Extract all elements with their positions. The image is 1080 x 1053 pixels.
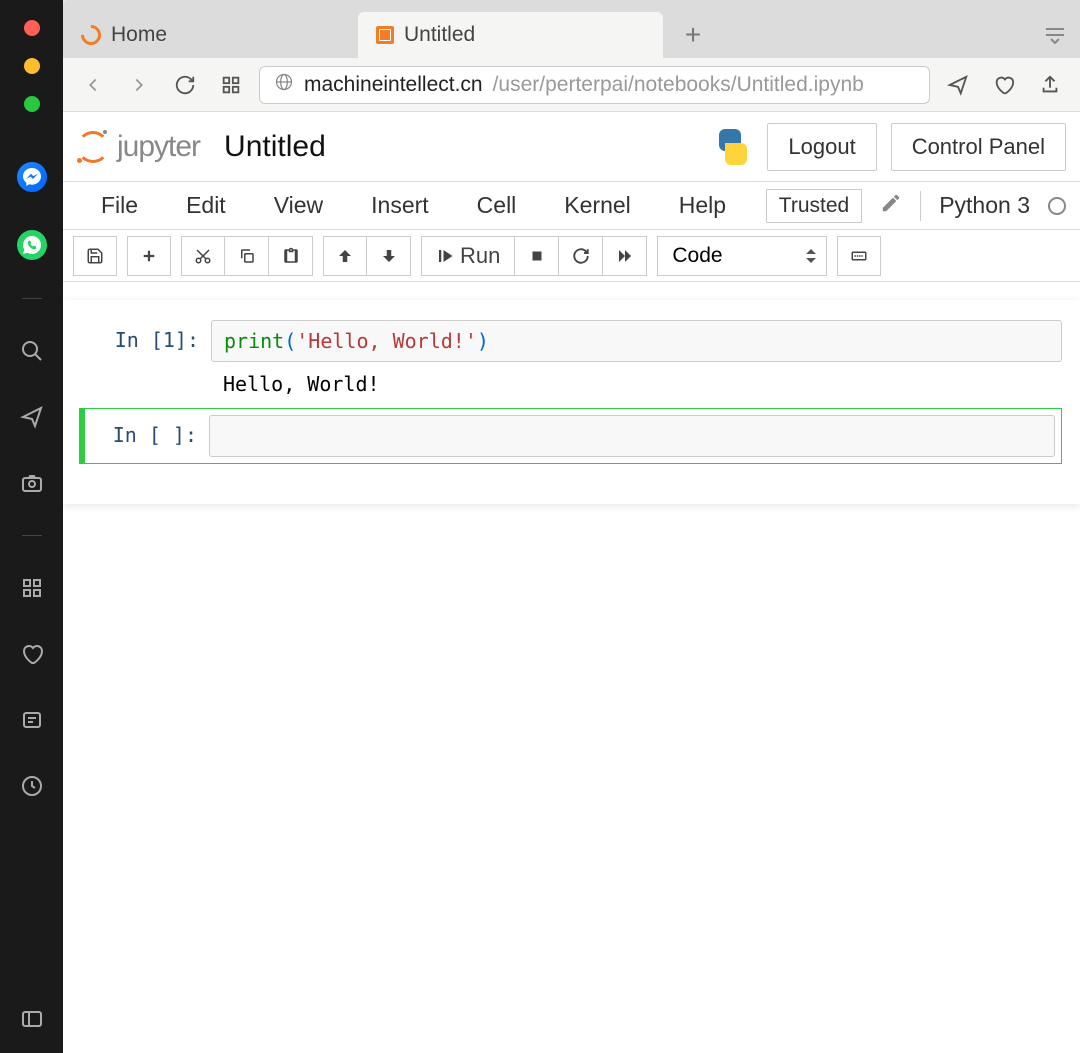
control-panel-button[interactable]: Control Panel (891, 123, 1066, 171)
cut-button[interactable] (181, 236, 225, 276)
logout-button[interactable]: Logout (767, 123, 876, 171)
menu-view[interactable]: View (250, 184, 347, 227)
back-button[interactable] (75, 67, 111, 103)
restart-button[interactable] (559, 236, 603, 276)
forward-button[interactable] (121, 67, 157, 103)
jupyter-logo[interactable]: jupyter (77, 130, 200, 164)
trusted-indicator[interactable]: Trusted (766, 189, 862, 223)
messenger-icon[interactable] (17, 162, 47, 192)
export-button[interactable] (1032, 67, 1068, 103)
cell-type-select[interactable]: Code (657, 236, 827, 276)
menu-kernel[interactable]: Kernel (540, 184, 654, 227)
url-path: /user/perterpai/notebooks/Untitled.ipynb (493, 73, 864, 97)
cell-2-prompt: In [ ]: (85, 415, 209, 457)
window-controls (24, 20, 40, 112)
history-icon[interactable] (18, 772, 46, 800)
os-sidebar (0, 0, 63, 1053)
tabs-menu-button[interactable] (1030, 12, 1080, 58)
menu-help[interactable]: Help (655, 184, 750, 227)
tab-home[interactable]: Home (63, 12, 358, 58)
maximize-window-button[interactable] (24, 96, 40, 112)
reload-button[interactable] (167, 67, 203, 103)
new-tab-button[interactable]: + (663, 12, 723, 58)
cell-type-value: Code (672, 244, 722, 268)
kernel-status-icon (1048, 197, 1066, 215)
jupyter-logo-text: jupyter (117, 130, 200, 164)
menu-cell[interactable]: Cell (453, 184, 541, 227)
search-icon[interactable] (18, 337, 46, 365)
whatsapp-icon[interactable] (17, 230, 47, 260)
menu-bar: File Edit View Insert Cell Kernel Help T… (63, 182, 1080, 230)
toolbar: Run Code (63, 230, 1080, 282)
apps-button[interactable] (213, 67, 249, 103)
jupyter-logo-icon (77, 131, 109, 163)
notebook-title[interactable]: Untitled (224, 130, 326, 164)
grid-icon[interactable] (18, 574, 46, 602)
cell-1-prompt: In [1]: (81, 320, 211, 396)
tab-bar: Home Untitled + (63, 0, 1080, 58)
menu-file[interactable]: File (77, 184, 162, 227)
move-up-button[interactable] (323, 236, 367, 276)
restart-run-all-button[interactable] (603, 236, 647, 276)
camera-icon[interactable] (18, 469, 46, 497)
save-button[interactable] (73, 236, 117, 276)
notebook-container: In [1]: print('Hello, World!') Hello, Wo… (63, 282, 1080, 1053)
cell-2-input[interactable] (209, 415, 1055, 457)
jupyter-header: jupyter Untitled Logout Control Panel (63, 112, 1080, 182)
browser-window: Home Untitled + machineintellect.cn/user… (63, 0, 1080, 1053)
tab-home-label: Home (111, 23, 167, 47)
menu-insert[interactable]: Insert (347, 184, 453, 227)
url-host: machineintellect.cn (304, 73, 483, 97)
kernel-name[interactable]: Python 3 (939, 192, 1030, 219)
code-cell-2[interactable]: In [ ]: (79, 408, 1062, 464)
move-down-button[interactable] (367, 236, 411, 276)
globe-icon (274, 72, 294, 98)
tab-untitled[interactable]: Untitled (358, 12, 663, 58)
share-send-button[interactable] (940, 67, 976, 103)
jupyter-tab-icon (77, 21, 105, 49)
python-icon (713, 127, 753, 167)
cell-1-input[interactable]: print('Hello, World!') (211, 320, 1062, 362)
command-palette-button[interactable] (837, 236, 881, 276)
menu-edit[interactable]: Edit (162, 184, 250, 227)
tab-active-label: Untitled (404, 23, 475, 47)
address-bar: machineintellect.cn/user/perterpai/noteb… (63, 58, 1080, 112)
cell-1-output: Hello, World! (211, 362, 1062, 396)
edit-mode-icon[interactable] (880, 192, 902, 219)
notebook-tab-icon (376, 26, 394, 44)
note-icon[interactable] (18, 706, 46, 734)
run-label: Run (460, 243, 500, 269)
heart-icon[interactable] (18, 640, 46, 668)
run-button[interactable]: Run (421, 236, 515, 276)
stop-button[interactable] (515, 236, 559, 276)
paste-button[interactable] (269, 236, 313, 276)
add-cell-button[interactable] (127, 236, 171, 276)
panel-toggle-icon[interactable] (18, 1005, 46, 1033)
favorite-button[interactable] (986, 67, 1022, 103)
copy-button[interactable] (225, 236, 269, 276)
jupyter-app: jupyter Untitled Logout Control Panel Fi… (63, 112, 1080, 1053)
url-input[interactable]: machineintellect.cn/user/perterpai/noteb… (259, 66, 930, 104)
close-window-button[interactable] (24, 20, 40, 36)
send-icon[interactable] (18, 403, 46, 431)
minimize-window-button[interactable] (24, 58, 40, 74)
code-cell-1[interactable]: In [1]: print('Hello, World!') Hello, Wo… (81, 320, 1062, 396)
